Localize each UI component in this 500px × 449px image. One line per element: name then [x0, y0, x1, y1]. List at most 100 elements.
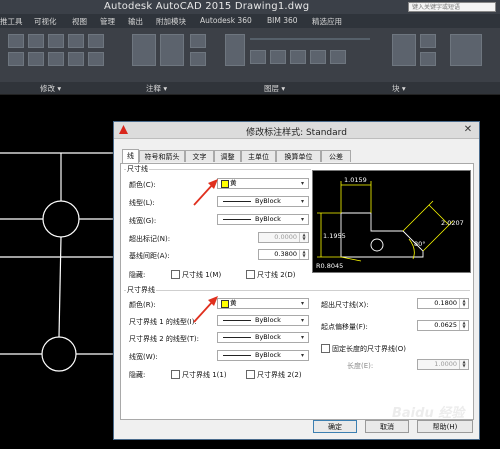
dim-extend-label: 超出标记(N): [129, 235, 171, 243]
ext-color-select[interactable]: 黄 ▾ [217, 298, 309, 309]
leader-icon[interactable] [190, 34, 206, 48]
ok-button[interactable]: 确定 [313, 420, 357, 433]
spinner-arrows-icon[interactable]: ▲ ▼ [299, 250, 308, 259]
tab-lines[interactable]: 线 [122, 149, 139, 163]
layer-icon-5[interactable] [330, 50, 346, 64]
preview-dim-left: 1.1955 [323, 232, 346, 240]
layer-dropdown[interactable] [250, 38, 370, 40]
text-icon[interactable] [132, 34, 156, 66]
linetype-preview [223, 320, 251, 321]
layer-icon-3[interactable] [290, 50, 306, 64]
help-button[interactable]: 帮助(H) [417, 420, 473, 433]
tab-bim360[interactable]: BIM 360 [267, 16, 298, 25]
suppress-dim-line-1-checkbox[interactable] [171, 270, 180, 279]
create-block-icon[interactable] [420, 34, 436, 48]
dimension-icon[interactable] [160, 34, 184, 66]
array-icon[interactable] [88, 52, 104, 66]
spinner-arrows-icon[interactable]: ▲ ▼ [459, 321, 468, 330]
dim-color-select[interactable]: 黄 ▾ [217, 178, 309, 189]
suppress-dim-line-2-checkbox[interactable] [246, 270, 255, 279]
ext-suppress-label: 隐藏: [129, 371, 146, 379]
preview-hole [370, 238, 384, 252]
ext-lines-group-line [124, 290, 470, 291]
tab-visualize[interactable]: 可视化 [34, 16, 57, 27]
tab-symbols-arrows[interactable]: 符号和箭头 [139, 150, 185, 162]
ext-linetype2-select[interactable]: ByBlock ▾ [217, 332, 309, 343]
tab-alternate-units[interactable]: 换算单位 [276, 150, 321, 162]
tab-text[interactable]: 文字 [185, 150, 214, 162]
fixed-length-checkbox[interactable] [321, 344, 330, 353]
insert-block-icon[interactable] [392, 34, 416, 66]
layer-icon-1[interactable] [250, 50, 266, 64]
dim-lineweight-select[interactable]: ByBlock ▾ [217, 214, 309, 225]
preview-dim-right: 2.0207 [441, 219, 464, 227]
dim-extend-input[interactable]: 0.0000 ▲ ▼ [258, 232, 309, 243]
layer-icon-2[interactable] [270, 50, 286, 64]
app-title: Autodesk AutoCAD 2015 Drawing1.dwg [104, 1, 310, 12]
mirror-icon[interactable] [28, 52, 44, 66]
title-bar: Autodesk AutoCAD 2015 Drawing1.dwg 键入关键字… [0, 0, 500, 14]
lineweight-preview [223, 219, 251, 220]
ext-lineweight-label: 线宽(W): [129, 353, 158, 361]
ext-lineweight-select[interactable]: ByBlock ▾ [217, 350, 309, 361]
ext-linetype1-value: ByBlock [255, 316, 281, 324]
dim-linetype-select[interactable]: ByBlock ▾ [217, 196, 309, 207]
dim-lineweight-value: ByBlock [255, 215, 281, 223]
panel-annotation[interactable]: 注释 ▾ [146, 83, 167, 94]
ext-color-value: 黄 [230, 299, 237, 307]
chevron-down-icon: ▾ [300, 334, 304, 341]
panel-modify[interactable]: 修改 ▾ [40, 83, 61, 94]
linetype-preview [223, 201, 251, 202]
ext-beyond-input[interactable]: 0.1800 ▲ ▼ [417, 298, 469, 309]
move-icon[interactable] [8, 34, 24, 48]
edit-block-icon[interactable] [420, 52, 436, 66]
yellow-swatch-icon [221, 300, 229, 308]
table-icon[interactable] [190, 52, 206, 66]
spinner-arrows-icon[interactable]: ▲ ▼ [459, 299, 468, 308]
suppress-ext-line-1-label: 尺寸界线 1(1) [182, 371, 227, 379]
layer-icon-4[interactable] [310, 50, 326, 64]
ext-offset-value: 0.0625 [434, 321, 457, 329]
trim-icon[interactable] [48, 34, 64, 48]
suppress-ext-line-2-checkbox[interactable] [246, 370, 255, 379]
ext-linetype1-select[interactable]: ByBlock ▾ [217, 315, 309, 326]
explode-icon[interactable] [88, 34, 104, 48]
tab-fit[interactable]: 调整 [214, 150, 241, 162]
search-input[interactable]: 键入关键字或短语 [408, 2, 496, 12]
red-arrow-annotation-2 [193, 296, 218, 323]
properties-icon[interactable] [450, 34, 482, 66]
tab-primary-units[interactable]: 主单位 [241, 150, 276, 162]
copy-icon[interactable] [8, 52, 24, 66]
chevron-down-icon: ▾ [300, 198, 304, 205]
red-arrow-annotation-1 [193, 179, 218, 206]
yellow-swatch-icon [221, 180, 229, 188]
baseline-spacing-input[interactable]: 0.3800 ▲ ▼ [258, 249, 309, 260]
baseline-spacing-label: 基线间距(A): [129, 252, 170, 260]
layer-properties-icon[interactable] [225, 34, 245, 66]
tab-manage[interactable]: 管理 [100, 16, 115, 27]
spinner-arrows-icon[interactable]: ▲ ▼ [459, 360, 468, 369]
tab-featured-apps[interactable]: 精选应用 [312, 16, 342, 27]
erase-icon[interactable] [68, 34, 84, 48]
rotate-icon[interactable] [28, 34, 44, 48]
tab-addons[interactable]: 附加模块 [156, 16, 186, 27]
panel-layers[interactable]: 图层 ▾ [264, 83, 285, 94]
ext-length-value: 1.0000 [434, 360, 457, 368]
tab-autodesk360[interactable]: Autodesk 360 [200, 16, 252, 25]
tab-tolerances[interactable]: 公差 [321, 150, 351, 162]
tab-view[interactable]: 视图 [72, 16, 87, 27]
panel-block[interactable]: 块 ▾ [392, 83, 406, 94]
tab-output[interactable]: 输出 [128, 16, 143, 27]
close-icon[interactable]: ✕ [461, 124, 475, 136]
scale-icon[interactable] [68, 52, 84, 66]
cancel-button[interactable]: 取消 [365, 420, 409, 433]
ext-offset-input[interactable]: 0.0625 ▲ ▼ [417, 320, 469, 331]
spinner-arrows-icon[interactable]: ▲ ▼ [299, 233, 308, 242]
ext-length-input[interactable]: 1.0000 ▲ ▼ [417, 359, 469, 370]
suppress-ext-line-1-checkbox[interactable] [171, 370, 180, 379]
tab-tools[interactable]: 推工具 [0, 16, 23, 27]
fillet-icon[interactable] [48, 52, 64, 66]
watermark: Baidu 经验 [392, 406, 465, 421]
ext-beyond-value: 0.1800 [434, 299, 457, 307]
dialog-title-bar[interactable]: 修改标注样式: Standard ✕ [114, 122, 479, 139]
